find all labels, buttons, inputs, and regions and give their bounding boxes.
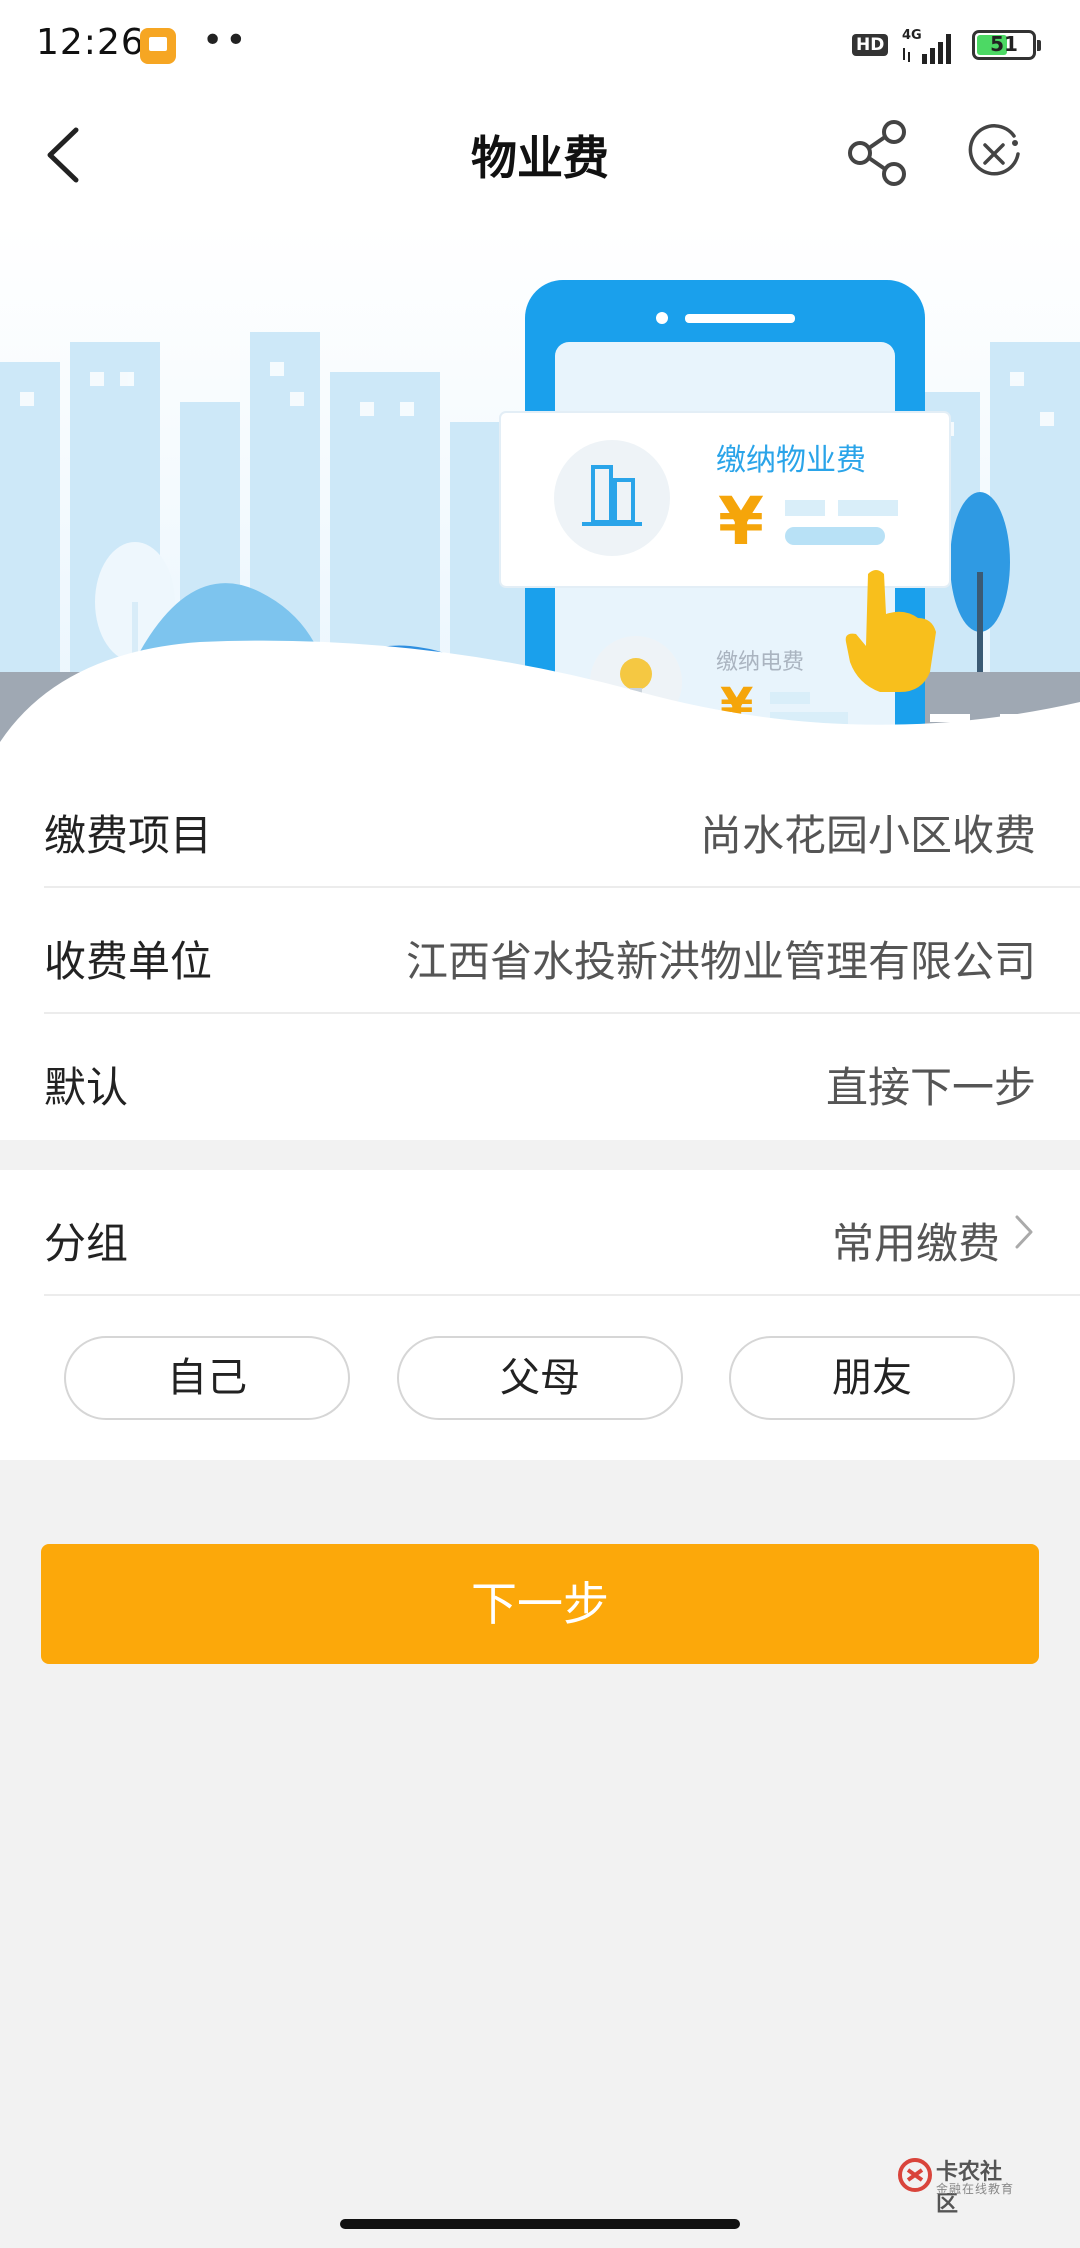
group-value: 常用缴费 (831, 1219, 1000, 1268)
banner-card-title: 缴纳物业费 (716, 443, 866, 478)
info-row-default[interactable]: 默认 直接下一步 (0, 1014, 1080, 1140)
chip-friends[interactable]: 朋友 (729, 1336, 1015, 1420)
chevron-right-icon (1015, 1215, 1033, 1249)
info-label-payee: 收费单位 (44, 937, 213, 986)
group-label: 分组 (44, 1219, 129, 1268)
notification-app-icon (140, 28, 176, 64)
info-label-default: 默认 (44, 1063, 129, 1112)
next-step-button[interactable]: 下一步 (41, 1544, 1039, 1664)
chip-self[interactable]: 自己 (64, 1336, 350, 1420)
group-section: 分组 常用缴费 自己 父母 朋友 (0, 1170, 1080, 1460)
chip-parents[interactable]: 父母 (397, 1336, 683, 1420)
banner-card-currency: ¥ (718, 483, 764, 560)
watermark-logo-icon (898, 2158, 932, 2192)
hd-icon: HD (852, 34, 889, 56)
banner-graphic: 缴纳物业费 ¥ 缴纳电费 ¥ (0, 222, 1080, 762)
page-title: 物业费 (471, 131, 609, 185)
close-mini-program-icon[interactable] (962, 122, 1026, 186)
info-value-item: 尚水花园小区收费 (699, 811, 1036, 860)
signal-icon: 4G (902, 28, 951, 64)
info-value-payee: 江西省水投新洪物业管理有限公司 (405, 937, 1036, 986)
info-value-default: 直接下一步 (825, 1063, 1036, 1112)
group-chips: 自己 父母 朋友 (0, 1336, 1080, 1426)
home-indicator[interactable] (340, 2219, 740, 2229)
group-selector-row[interactable]: 分组 常用缴费 (0, 1170, 1080, 1296)
banner-second-title: 缴纳电费 (716, 650, 804, 675)
watermark-sub-text: 金融在线教育 (936, 2182, 1015, 2196)
nav-bar: 物业费 (0, 92, 1080, 222)
divider (44, 1294, 1080, 1296)
battery-icon: 51 (972, 30, 1041, 60)
payment-info-section: 缴费项目 尚水花园小区收费 收费单位 江西省水投新洪物业管理有限公司 默认 直接… (0, 762, 1080, 1140)
watermark: 卡农社区 金融在线教育 (898, 2154, 1022, 2217)
share-icon[interactable] (846, 118, 912, 188)
banner-illustration: 缴纳物业费 ¥ 缴纳电费 ¥ (0, 222, 1080, 762)
status-bar: 12:26 •• HD 4G 51 (0, 0, 1080, 92)
status-dots: •• (202, 20, 249, 61)
info-label-item: 缴费项目 (44, 811, 213, 860)
status-time: 12:26 (36, 22, 145, 63)
info-row-payee: 收费单位 江西省水投新洪物业管理有限公司 (0, 888, 1080, 1014)
network-label: 4G (902, 28, 922, 43)
info-row-item: 缴费项目 尚水花园小区收费 (0, 762, 1080, 888)
battery-level: 51 (990, 32, 1018, 56)
